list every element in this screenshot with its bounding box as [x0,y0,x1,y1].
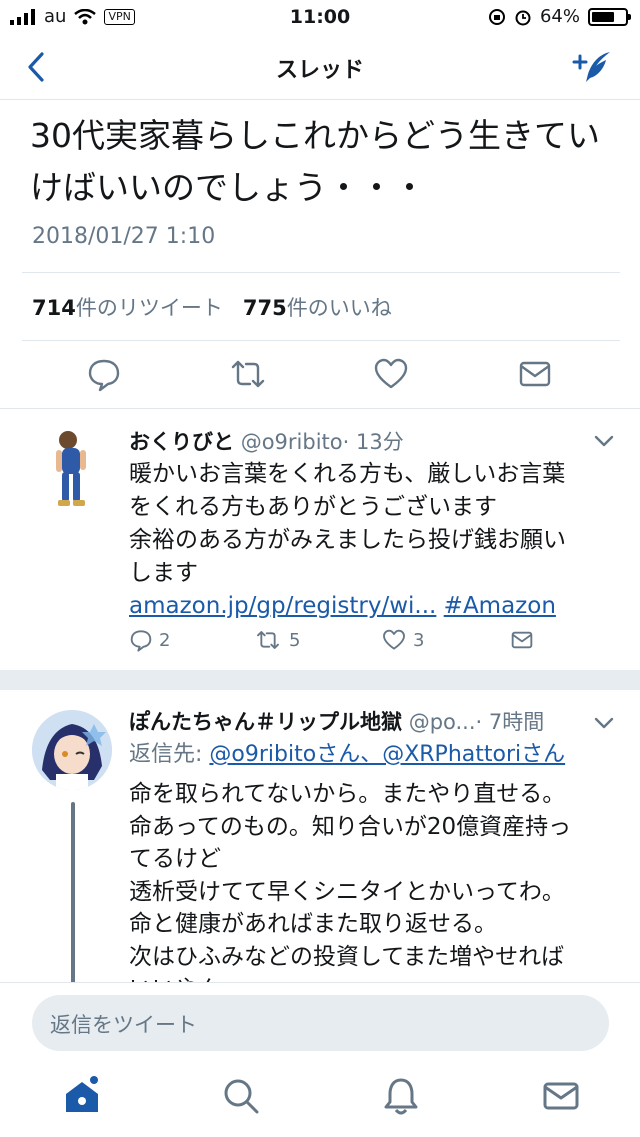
thread-line [71,802,75,982]
tab-bar [0,1060,640,1137]
home-icon[interactable] [62,1076,102,1116]
dm-share-action[interactable] [509,628,535,652]
retweet-icon [257,631,279,649]
reply-count: 2 [159,629,171,651]
tweet-line: 暖かいお言葉をくれる方も、厳しいお言葉 [129,461,566,487]
reply-to-label: 返信先: [129,742,203,767]
avatar[interactable] [40,426,104,512]
chevron-down-icon[interactable] [594,716,614,730]
messages-icon[interactable] [541,1076,581,1116]
tweet-text: 暖かいお言葉をくれる方も、厳しいお言葉 をくれる方もありがとうございます 余裕の… [129,458,619,623]
reply-to-users[interactable]: @o9ribitoさん、@XRPhattoriさん [209,742,565,767]
rotation-lock-icon [488,8,505,25]
tweet-time: · 7時間 [475,710,545,734]
retweet-label[interactable]: 件のリツイート [76,296,223,320]
display-name[interactable]: おくりびと [129,430,234,454]
notifications-icon[interactable] [381,1076,421,1116]
compose-tweet-icon[interactable] [572,48,614,86]
tweet-line: 透析受けてて早くシニタイとかいってわ。 [129,878,565,905]
tweet-line: 命と健康があればまた取り返せる。 [129,911,497,937]
battery-percent: 64% [539,6,580,27]
reply-input[interactable]: 返信をツイート [32,995,609,1051]
tweet-header: おくりびと @o9ribito· 13分 [129,426,404,456]
hashtag-link[interactable]: #Amazon [444,593,556,619]
dm-share-icon [511,631,533,649]
retweet-count[interactable]: 714 [32,296,76,320]
page-title: スレッド [275,58,364,83]
nav-bar: スレッド [0,34,640,100]
tweet-line: 次はひふみなどの投資してまた増やせれば [129,943,565,970]
reply-composer: 返信をツイート [0,982,640,1060]
tweet-line: をくれる方もありがとうございます [129,494,497,520]
tweet-line: します [129,560,198,586]
like-action[interactable]: 3 [381,628,424,652]
status-bar: au VPN 11:00 64% [0,0,640,34]
reply-icon[interactable] [86,356,122,392]
retweet-count: 5 [289,629,301,651]
thread-separator [0,670,640,690]
battery-icon [588,7,631,26]
reply-tweet[interactable]: おくりびと @o9ribito· 13分 暖かいお言葉をくれる方も、厳しいお言葉… [0,410,640,670]
alarm-icon [515,10,531,25]
like-count: 3 [413,629,425,651]
tweet-actions: 2 5 3 [129,628,609,658]
like-count[interactable]: 775 [243,296,287,320]
tweet-header: ぽんたちゃん＃リップル地獄 @po...· 7時間 [129,706,589,736]
tweet-line: いいやん [129,973,619,982]
tweet-line: てるけど [129,846,221,872]
tweet-text: 命を取られてないから。またやり直せる。 命あってのもの。知り合いが20億資産持っ… [129,778,619,982]
reply-to-line: 返信先: @o9ribitoさん、@XRPhattoriさん [129,738,619,771]
tweet-actions [0,356,640,396]
user-handle[interactable]: @po... [409,710,476,734]
tweet-line: 命を取られてないから。またやり直せる。 [129,781,566,807]
reply-icon [130,630,152,652]
divider [22,272,620,273]
like-icon[interactable] [373,356,409,392]
user-handle[interactable]: @o9ribito [241,430,343,454]
reply-action[interactable]: 2 [129,628,170,652]
avatar[interactable] [32,710,112,790]
reply-tweet[interactable]: ぽんたちゃん＃リップル地獄 @po...· 7時間 返信先: @o9ribito… [0,690,640,982]
tweet-link[interactable]: amazon.jp/gp/registry/wi... [129,593,436,619]
retweet-action[interactable]: 5 [253,628,300,652]
search-icon[interactable] [221,1076,261,1116]
like-label[interactable]: 件のいいね [287,296,392,320]
tweet-line: 余裕のある方がみえましたら投げ銭お願い [129,527,566,553]
tweet-line: 命あってのもの。知り合いが20億資産持っ [129,813,572,840]
retweet-icon[interactable] [230,356,266,392]
chevron-down-icon[interactable] [594,434,614,448]
tweet-date: 2018/01/27 1:10 [32,224,216,249]
dm-share-icon[interactable] [517,356,553,392]
divider [0,408,640,409]
display-name[interactable]: ぽんたちゃん＃リップル地獄 [129,710,402,734]
divider [22,340,620,341]
like-icon [383,629,405,650]
tweet-text: 30代実家暮らしこれからどう生きていけばいいのでしょう・・・ [30,116,600,207]
tweet-time: · 13分 [342,430,404,454]
tweet-stats: 714件のリツイート 775件のいいね [32,292,392,322]
